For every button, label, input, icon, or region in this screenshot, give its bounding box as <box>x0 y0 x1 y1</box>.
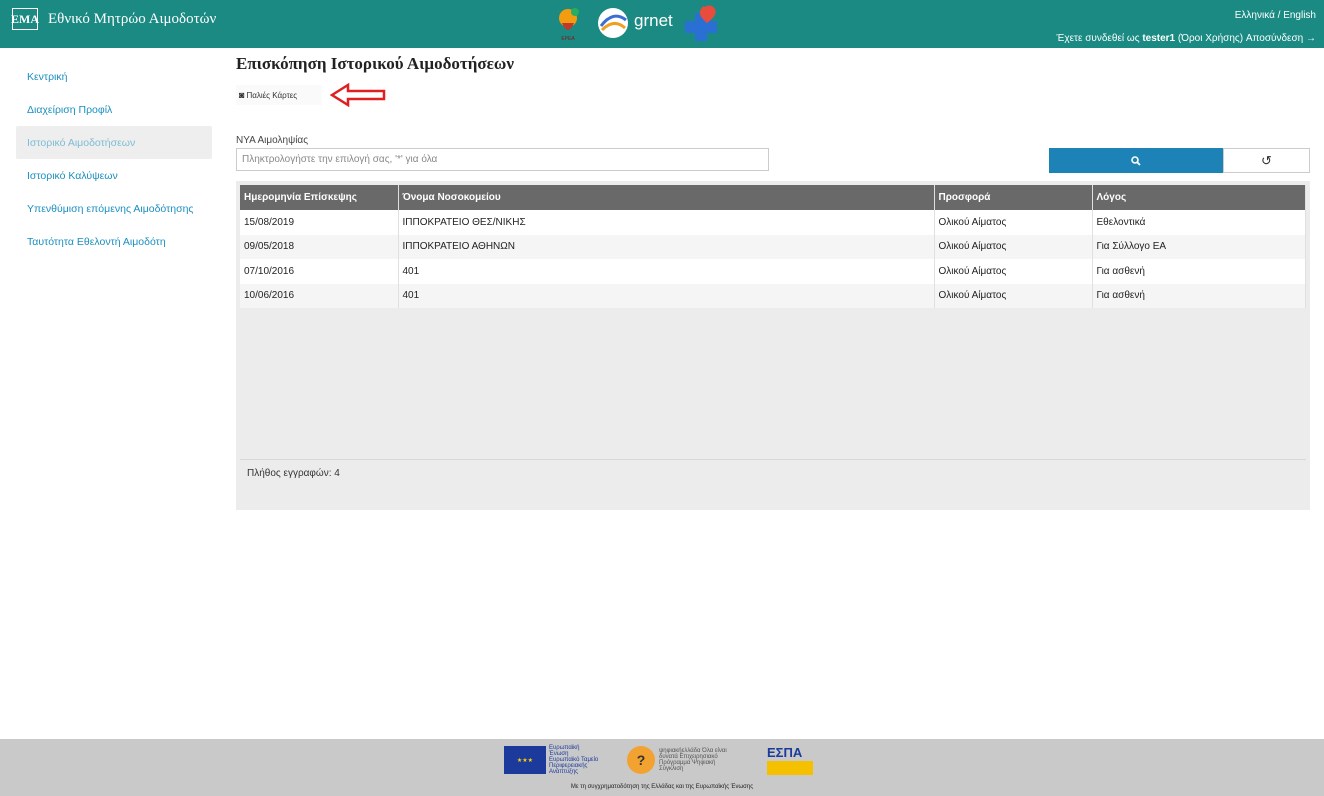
cell-visit-date: 10/06/2016 <box>240 283 399 308</box>
top-header: EMA Εθνικό Μητρώο Αιμοδοτών ΕΡΕΑ grnet Ε… <box>0 0 1324 48</box>
digital-greece-text: ψηφιακήελλάδα Όλα είναι δυνατά Επιχειρησ… <box>659 748 727 772</box>
eu-logo: ★★★ Ευρωπαϊκή Ένωση Ευρωπαϊκό Ταμείο Περ… <box>504 745 599 775</box>
sidebar-item-home[interactable]: Κεντρική <box>16 60 212 93</box>
nya-search-input[interactable] <box>236 148 769 171</box>
column-header-offer[interactable]: Προσφορά <box>934 185 1093 210</box>
cell-reason: Εθελοντικά <box>1092 210 1306 235</box>
digital-greece-logo: ? ψηφιακήελλάδα Όλα είναι δυνατά Επιχειρ… <box>627 746 739 774</box>
undo-icon: ↺ <box>1261 152 1272 168</box>
logged-in-prefix: Έχετε συνδεθεί ως <box>1056 33 1140 44</box>
user-status: Έχετε συνδεθεί ως tester1 (Όροι Χρήσης) … <box>1056 32 1316 46</box>
column-header-visit-date[interactable]: Ημερομηνία Επίσκεψης <box>240 185 399 210</box>
cell-hospital-name: 401 <box>398 283 935 308</box>
terms-link[interactable]: (Όροι Χρήσης) <box>1178 33 1243 44</box>
old-cards-button[interactable]: ◙ Παλιές Κάρτες <box>236 85 322 105</box>
record-count: Πλήθος εγγραφών: 4 <box>247 468 340 479</box>
cell-reason: Για Σύλλογο ΕΑ <box>1092 234 1306 259</box>
digital-greece-icon: ? <box>627 746 655 774</box>
sidebar-item-coverage-history[interactable]: Ιστορικό Καλύψεων <box>16 159 212 192</box>
cell-offer: Ολικού Αίματος <box>934 259 1093 284</box>
cell-offer: Ολικού Αίματος <box>934 210 1093 235</box>
donation-history-grid: Ημερομηνία Επίσκεψης Όνομα Νοσοκομείου Π… <box>236 181 1310 510</box>
grid-footer-divider <box>240 459 1306 460</box>
old-cards-label: Παλιές Κάρτες <box>246 90 298 100</box>
reset-button[interactable]: ↺ <box>1223 148 1310 173</box>
donation-history-table: Ημερομηνία Επίσκεψης Όνομα Νοσοκομείου Π… <box>240 185 1306 308</box>
espa-logo: ΕΣΠΑ <box>767 744 813 775</box>
username: tester1 <box>1142 33 1176 44</box>
cell-visit-date: 15/08/2019 <box>240 210 399 235</box>
cell-reason: Για ασθενή <box>1092 259 1306 284</box>
eu-flag-icon: ★★★ <box>504 746 546 774</box>
eu-logo-text: Ευρωπαϊκή Ένωση Ευρωπαϊκό Ταμείο Περιφερ… <box>549 745 599 775</box>
language-switch-link[interactable]: Ελληνικά / English <box>1235 10 1316 21</box>
sidebar-item-donor-id[interactable]: Ταυτότητα Εθελοντή Αιμοδότη <box>16 225 212 258</box>
cell-offer: Ολικού Αίματος <box>934 234 1093 259</box>
column-header-reason[interactable]: Λόγος <box>1092 185 1306 210</box>
grnet-logo: grnet <box>596 6 673 40</box>
search-icon <box>1131 155 1141 166</box>
sidebar-item-profile[interactable]: Διαχείριση Προφίλ <box>16 93 212 126</box>
site-title: Εθνικό Μητρώο Αιμοδοτών <box>48 11 217 27</box>
nya-label: ΝΥΑ Αιμοληψίας <box>236 135 309 146</box>
health-cross-logo <box>684 5 717 41</box>
logout-icon[interactable]: → <box>1306 33 1316 44</box>
table-row[interactable]: 07/10/2016 401 Ολικού Αίματος Για ασθενή <box>240 259 1306 284</box>
red-arrow-annotation-icon <box>330 83 386 107</box>
ema-logo: EMA <box>11 8 39 30</box>
cell-offer: Ολικού Αίματος <box>934 283 1093 308</box>
search-button[interactable] <box>1049 148 1223 173</box>
logout-link[interactable]: Αποσύνδεση <box>1246 33 1303 44</box>
grnet-subtitle-graphic <box>634 30 673 35</box>
sidebar-item-next-donation-reminder[interactable]: Υπενθύμιση επόμενης Αιμοδότησης <box>16 192 212 225</box>
eoea-logo: ΕΡΕΑ <box>559 8 579 42</box>
page-title: Επισκόπηση Ιστορικού Αιμοδοτήσεων <box>236 54 514 73</box>
cell-hospital-name: ΙΠΠΟΚΡΑΤΕΙΟ ΑΘΗΝΩΝ <box>398 234 935 259</box>
ema-logo-text: EMA <box>11 12 39 26</box>
table-row[interactable]: 15/08/2019 ΙΠΠΟΚΡΑΤΕΙΟ ΘΕΣ/ΝΙΚΗΣ Ολικού … <box>240 210 1306 235</box>
main-content: Επισκόπηση Ιστορικού Αιμοδοτήσεων ◙ Παλι… <box>236 53 1310 510</box>
table-row[interactable]: 09/05/2018 ΙΠΠΟΚΡΑΤΕΙΟ ΑΘΗΝΩΝ Ολικού Αίμ… <box>240 234 1306 259</box>
funding-caption: Με τη συγχρηματοδότηση της Ελλάδας και τ… <box>570 784 754 790</box>
header-user-panel: Ελληνικά / English Έχετε συνδεθεί ως tes… <box>1056 9 1316 46</box>
page-footer: ★★★ Ευρωπαϊκή Ένωση Ευρωπαϊκό Ταμείο Περ… <box>0 739 1324 796</box>
partner-logos: ΕΡΕΑ grnet <box>548 3 721 43</box>
funding-logos: ★★★ Ευρωπαϊκή Ένωση Ευρωπαϊκό Ταμείο Περ… <box>504 745 813 775</box>
grnet-logo-text: grnet <box>634 10 673 30</box>
cell-hospital-name: 401 <box>398 259 935 284</box>
eoea-logo-text: ΕΡΕΑ <box>561 36 575 42</box>
cell-reason: Για ασθενή <box>1092 283 1306 308</box>
sidebar-nav: Κεντρική Διαχείριση Προφίλ Ιστορικό Αιμο… <box>16 60 212 258</box>
cell-visit-date: 07/10/2016 <box>240 259 399 284</box>
espa-logo-bar <box>767 760 813 775</box>
binoculars-icon: ◙ <box>239 90 245 100</box>
cell-visit-date: 09/05/2018 <box>240 234 399 259</box>
table-header-row: Ημερομηνία Επίσκεψης Όνομα Νοσοκομείου Π… <box>240 185 1306 210</box>
cell-hospital-name: ΙΠΠΟΚΡΑΤΕΙΟ ΘΕΣ/ΝΙΚΗΣ <box>398 210 935 235</box>
brand[interactable]: EMA Εθνικό Μητρώο Αιμοδοτών <box>11 8 217 30</box>
column-header-hospital-name[interactable]: Όνομα Νοσοκομείου <box>398 185 935 210</box>
espa-logo-text: ΕΣΠΑ <box>767 744 803 760</box>
sidebar-item-donation-history[interactable]: Ιστορικό Αιμοδοτήσεων <box>16 126 212 159</box>
grnet-globe-icon <box>598 8 628 38</box>
table-row[interactable]: 10/06/2016 401 Ολικού Αίματος Για ασθενή <box>240 283 1306 308</box>
